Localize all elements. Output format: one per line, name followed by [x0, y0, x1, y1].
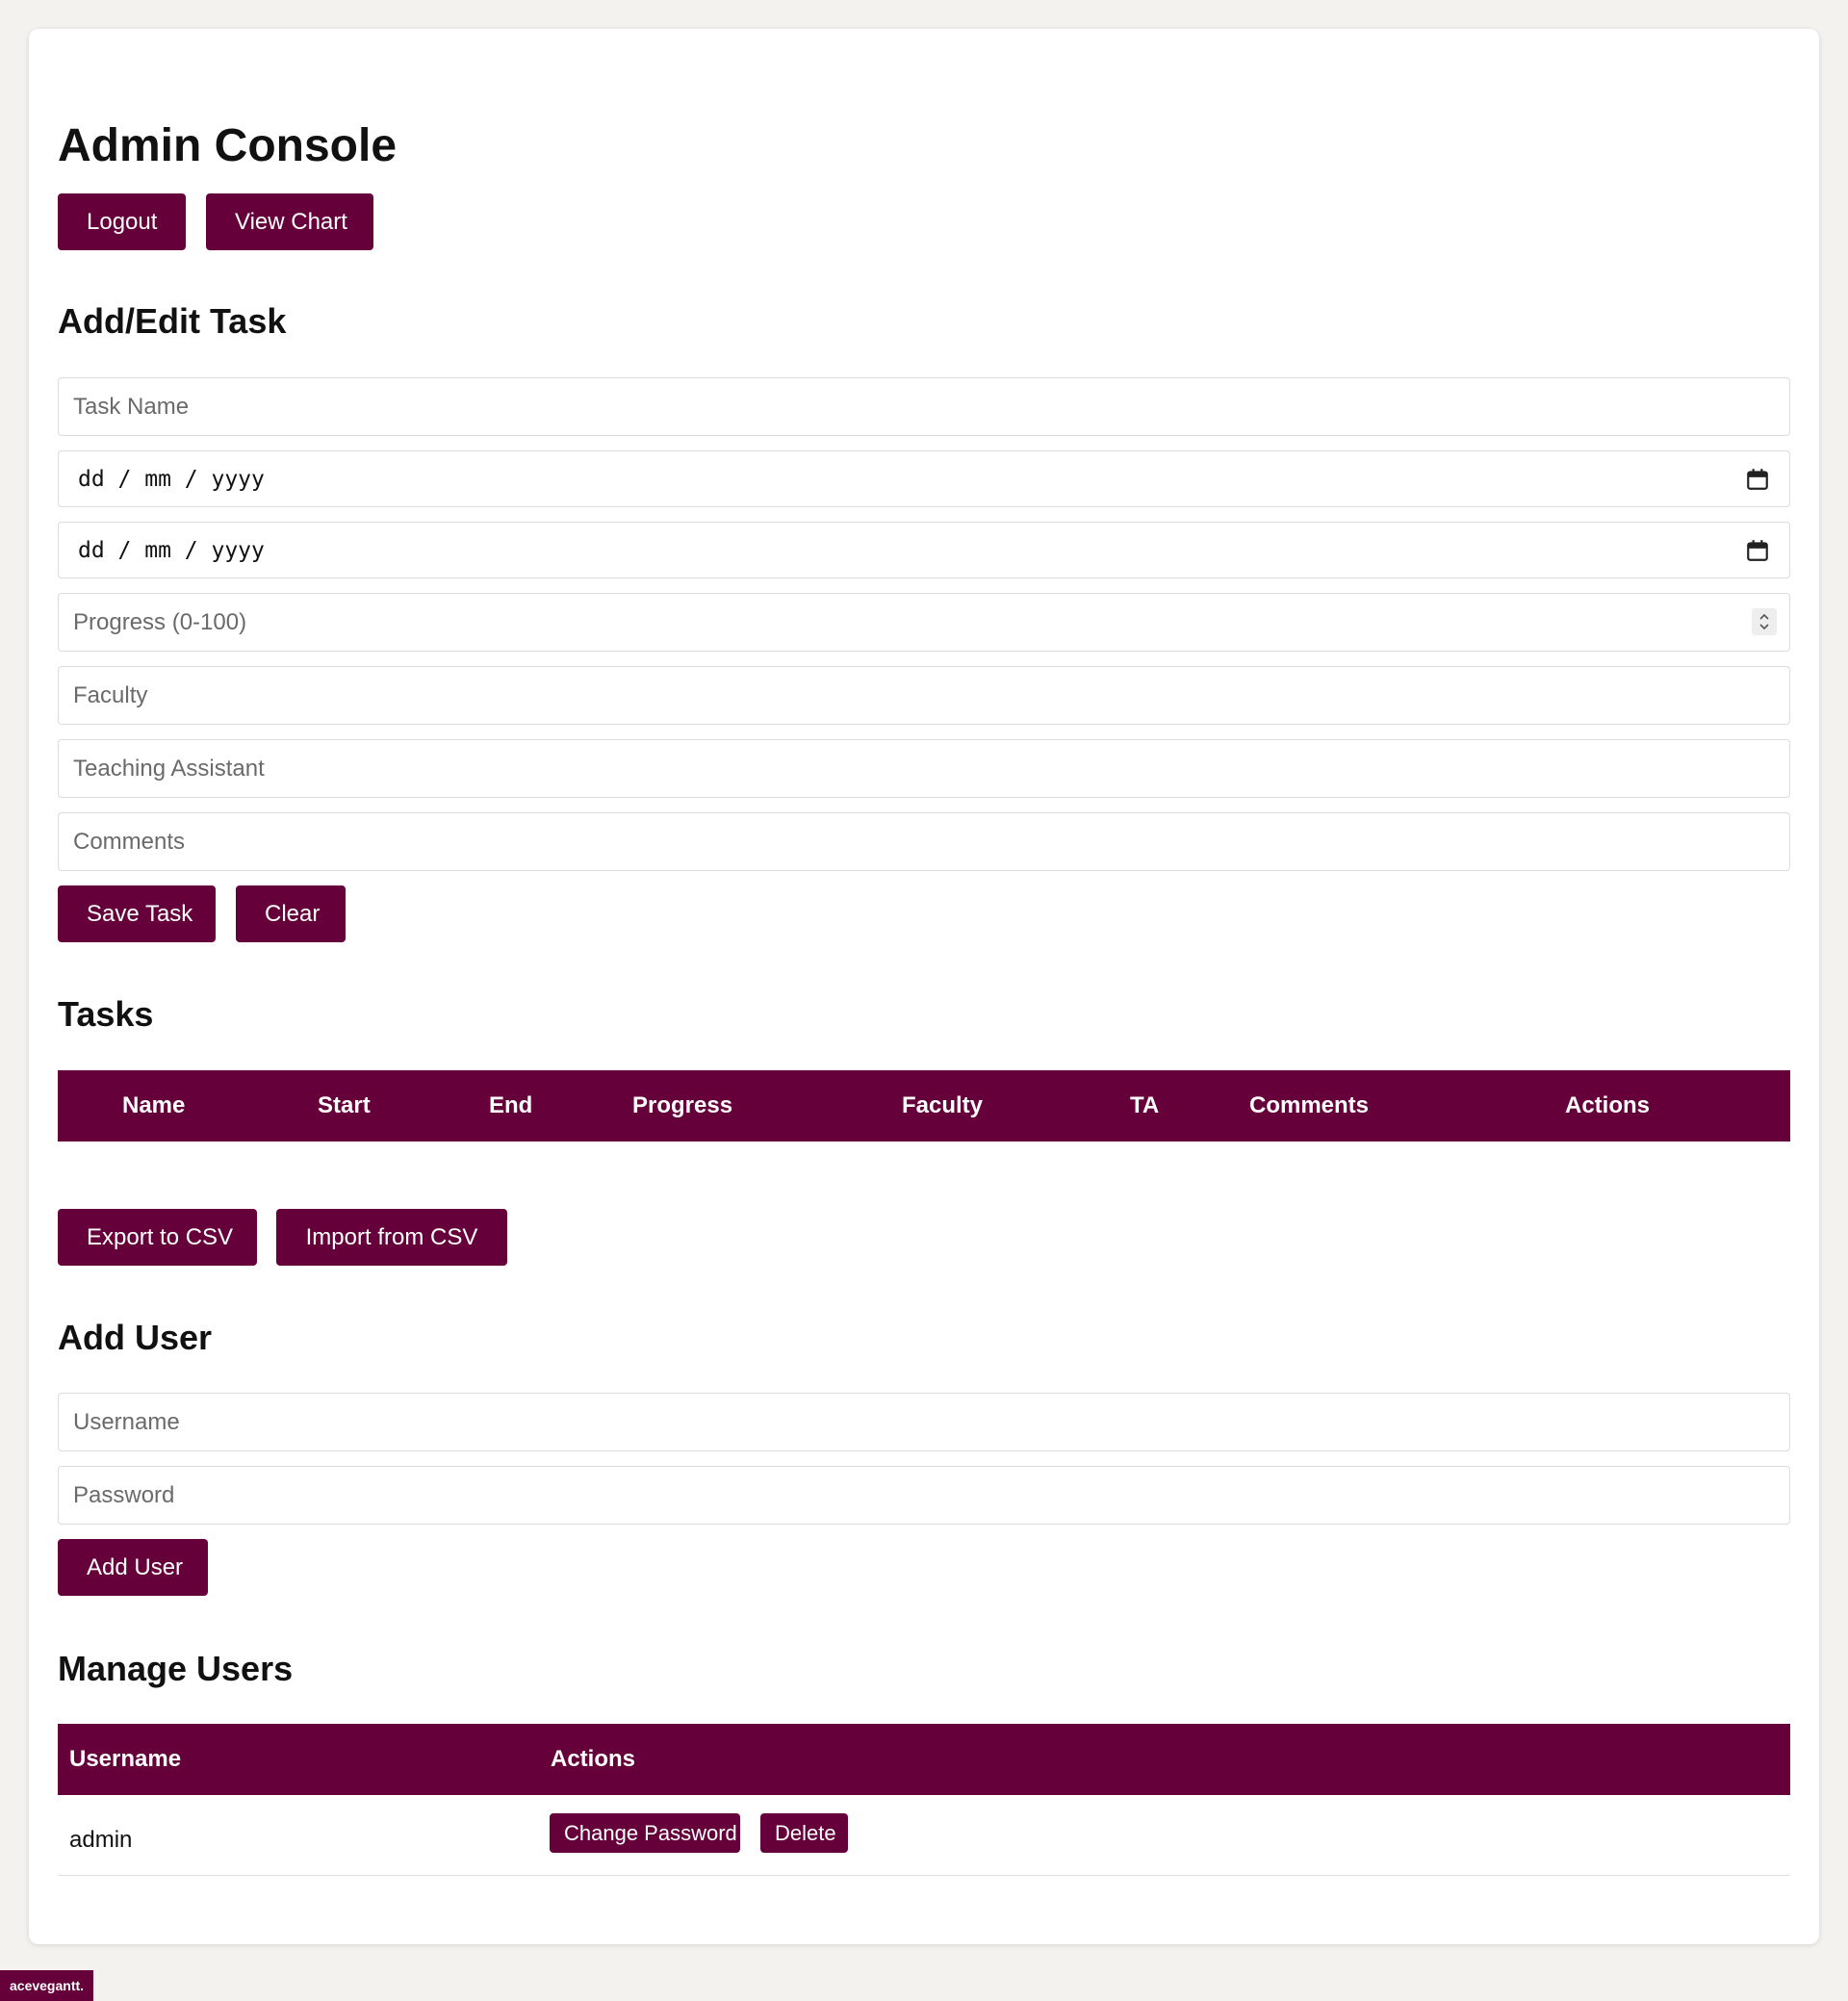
clear-button[interactable]: Clear — [236, 885, 346, 942]
save-task-button[interactable]: Save Task — [58, 885, 216, 942]
faculty-input[interactable] — [58, 666, 1790, 725]
calendar-icon[interactable] — [1745, 538, 1770, 563]
start-date-text: dd / mm / yyyy — [78, 466, 265, 492]
logout-button[interactable]: Logout — [58, 193, 186, 250]
progress-input-wrap — [58, 593, 1790, 652]
page-title: Admin Console — [58, 120, 398, 171]
column-header: Faculty — [902, 1092, 984, 1118]
calendar-icon[interactable] — [1745, 467, 1770, 492]
task-name-input[interactable] — [58, 377, 1790, 436]
column-header: Comments — [1249, 1092, 1370, 1118]
column-header: Actions — [1565, 1092, 1651, 1118]
progress-input[interactable] — [58, 593, 1790, 652]
table-row: admin Change Password Delete — [58, 1795, 1790, 1876]
end-date-text: dd / mm / yyyy — [78, 537, 265, 563]
end-date-input[interactable]: dd / mm / yyyy — [58, 522, 1790, 578]
view-chart-button[interactable]: View Chart — [206, 193, 373, 250]
import-csv-button[interactable]: Import from CSV — [276, 1209, 507, 1266]
user-username: admin — [69, 1827, 133, 1853]
manage-users-heading: Manage Users — [58, 1649, 294, 1688]
password-input[interactable] — [58, 1466, 1790, 1525]
column-header: Name — [122, 1092, 186, 1118]
delete-user-button[interactable]: Delete — [760, 1813, 848, 1853]
add-user-button[interactable]: Add User — [58, 1539, 208, 1596]
column-header: End — [489, 1092, 533, 1118]
ta-input[interactable] — [58, 739, 1790, 798]
change-password-button[interactable]: Change Password — [550, 1813, 740, 1853]
number-spinner[interactable] — [1752, 608, 1777, 635]
column-header: Username — [69, 1746, 182, 1772]
tasks-heading: Tasks — [58, 994, 154, 1034]
column-header: Progress — [632, 1092, 733, 1118]
column-header: TA — [1130, 1092, 1160, 1118]
task-form-heading: Add/Edit Task — [58, 301, 287, 341]
add-user-heading: Add User — [58, 1318, 213, 1357]
tasks-table-header: Name Start End Progress Faculty TA Comme… — [58, 1070, 1790, 1142]
username-input[interactable] — [58, 1393, 1790, 1451]
export-csv-button[interactable]: Export to CSV — [58, 1209, 257, 1266]
comments-input[interactable] — [58, 812, 1790, 871]
start-date-input[interactable]: dd / mm / yyyy — [58, 450, 1790, 507]
column-header: Actions — [551, 1746, 636, 1772]
column-header: Start — [318, 1092, 371, 1118]
brand-badge: acevegantt. — [0, 1970, 94, 2001]
spinner-arrows-icon — [1759, 613, 1769, 630]
admin-card: Admin Console Logout View Chart Add/Edit… — [29, 29, 1819, 1944]
users-table-header: Username Actions — [58, 1724, 1790, 1795]
